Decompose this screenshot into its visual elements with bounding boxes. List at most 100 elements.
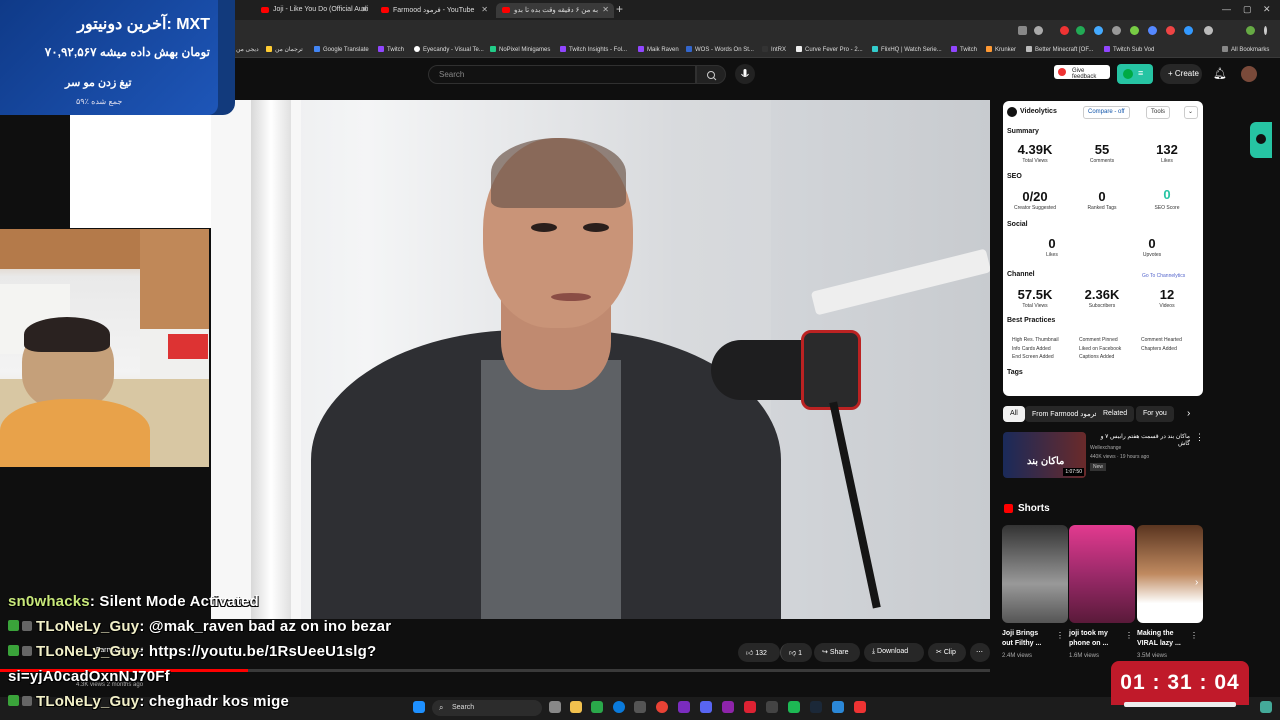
chip-for-you[interactable]: For you: [1136, 406, 1174, 422]
extension-icon[interactable]: [1184, 26, 1193, 35]
tab-current[interactable]: به من ۶ دقیقه وقت بده تا بدو ✕: [496, 3, 614, 18]
short-thumbnail[interactable]: [1137, 525, 1203, 623]
search-button[interactable]: [696, 65, 726, 84]
app-icon[interactable]: [722, 701, 734, 713]
notifications-icon[interactable]: 🔔︎: [1213, 67, 1227, 80]
like-button[interactable]: 👍︎ 132: [738, 643, 780, 662]
chip-from-farmood[interactable]: From Farmood فرمود: [1025, 406, 1105, 422]
bookmark[interactable]: Twitch: [378, 46, 404, 53]
star-icon[interactable]: [1034, 26, 1043, 35]
app-icon[interactable]: [854, 701, 866, 713]
chrome-icon[interactable]: [656, 701, 668, 713]
short-thumbnail[interactable]: [1002, 525, 1068, 623]
avatar[interactable]: [1241, 66, 1257, 82]
extension-icon[interactable]: [1094, 26, 1103, 35]
more-options-icon[interactable]: ⋮: [1195, 432, 1204, 443]
chip-related[interactable]: Related: [1096, 406, 1135, 422]
app-icon[interactable]: [832, 701, 844, 713]
create-button[interactable]: + Create: [1160, 64, 1202, 84]
bookmark[interactable]: Twitch Sub Vod: [1104, 46, 1154, 53]
more-actions-button[interactable]: ⋯: [970, 643, 990, 662]
bookmark[interactable]: NoPixel Minigames: [490, 46, 550, 53]
bookmark[interactable]: FlixHQ | Watch Serie...: [872, 46, 942, 53]
bookmark[interactable]: ترجمان من: [266, 46, 303, 53]
close-icon[interactable]: ✕: [481, 5, 488, 14]
app-icon[interactable]: [788, 701, 800, 713]
extension-icon[interactable]: [1148, 26, 1157, 35]
tab-farmood[interactable]: Farmood فرمود - YouTube ✕: [375, 3, 493, 18]
short-title[interactable]: Joji Brings out Filthy ...: [1002, 629, 1048, 649]
bookmark[interactable]: Eyecandy - Visual Te...: [414, 46, 484, 53]
all-bookmarks[interactable]: All Bookmarks: [1222, 46, 1269, 53]
channelytics-link[interactable]: Go To Channelytics: [1142, 273, 1185, 279]
profile-icon[interactable]: [1246, 26, 1255, 35]
videos-label: Videos: [1159, 303, 1175, 309]
app-icon[interactable]: [744, 701, 756, 713]
videolytics-icon: [1123, 69, 1133, 79]
bookmark[interactable]: Twitch Insights - Fol...: [560, 46, 627, 53]
share-button[interactable]: ↪ Share: [814, 643, 860, 662]
tools-button[interactable]: Tools: [1146, 106, 1171, 119]
collapse-button[interactable]: ⌄: [1184, 106, 1198, 119]
tab-joji[interactable]: Joji - Like You Do (Official Audi ✕: [255, 3, 373, 18]
more-options-icon[interactable]: ⋮: [1190, 631, 1198, 640]
app-icon[interactable]: [678, 701, 690, 713]
minimize-icon[interactable]: —: [1222, 4, 1231, 14]
bookmark[interactable]: Google Translate: [314, 46, 369, 53]
clip-button[interactable]: ✂ Clip: [928, 643, 966, 662]
bookmark[interactable]: Better Minecraft [OF...: [1026, 46, 1093, 53]
task-view-icon[interactable]: [549, 701, 561, 713]
extension-icon[interactable]: [1060, 26, 1069, 35]
chat-text: si=yjA0cadOxnNJ70Ff: [8, 668, 170, 685]
tray-icon[interactable]: [1260, 701, 1272, 713]
extension-icon[interactable]: [1166, 26, 1175, 35]
bookmark[interactable]: WOS - Words On St...: [686, 46, 754, 53]
videolytics-toggle[interactable]: ≡: [1117, 64, 1153, 84]
taskbar-search[interactable]: ⌕ Search: [432, 700, 542, 716]
app-icon[interactable]: [591, 701, 603, 713]
chip-all[interactable]: All: [1003, 406, 1025, 422]
extension-icon[interactable]: [1130, 26, 1139, 35]
download-button[interactable]: ⤓ Download: [864, 643, 924, 662]
bookmark[interactable]: Maik Raven: [638, 46, 679, 53]
short-title[interactable]: Making the VIRAL lazy ...: [1137, 629, 1185, 649]
video-player[interactable]: [211, 100, 990, 619]
compare-button[interactable]: Compare - off: [1083, 106, 1130, 119]
short-title[interactable]: joji took my phone on ...: [1069, 629, 1121, 649]
summary-heading: Summary: [1007, 128, 1039, 135]
file-explorer-icon[interactable]: [570, 701, 582, 713]
discord-icon[interactable]: [700, 701, 712, 713]
close-icon[interactable]: ✕: [602, 5, 609, 14]
voice-search-button[interactable]: [735, 64, 755, 84]
search-input[interactable]: Search: [428, 65, 696, 84]
chevron-right-icon[interactable]: ›: [1195, 577, 1198, 588]
more-options-icon[interactable]: ⋮: [1125, 631, 1133, 640]
close-icon[interactable]: ✕: [361, 5, 368, 14]
bookmark[interactable]: دیجی من: [236, 46, 259, 53]
bookmark[interactable]: Curve Fever Pro - 2...: [796, 46, 863, 53]
puzzle-icon[interactable]: [1204, 26, 1213, 35]
short-thumbnail[interactable]: [1069, 525, 1135, 623]
maximize-icon[interactable]: ▢: [1243, 4, 1252, 15]
edge-icon[interactable]: [613, 701, 625, 713]
give-feedback-button[interactable]: Give feedback: [1054, 65, 1110, 80]
windows-start-icon[interactable]: [413, 701, 425, 713]
related-video-thumbnail[interactable]: ماکان بند 1:07:50: [1003, 432, 1086, 478]
obs-icon[interactable]: [766, 701, 778, 713]
dislike-button[interactable]: 👎︎ 1: [780, 643, 812, 662]
bookmark[interactable]: Twitch: [951, 46, 977, 53]
related-video-channel[interactable]: Wellexchange: [1090, 445, 1121, 451]
chevron-right-icon[interactable]: ›: [1187, 408, 1190, 419]
more-options-icon[interactable]: ⋮: [1056, 631, 1064, 640]
videolytics-side-button[interactable]: [1250, 122, 1272, 158]
extension-icon[interactable]: [1076, 26, 1085, 35]
cast-icon[interactable]: [1018, 26, 1027, 35]
bookmark[interactable]: Krunker: [986, 46, 1016, 53]
new-tab-button[interactable]: +: [616, 2, 623, 16]
app-icon[interactable]: [634, 701, 646, 713]
extension-icon[interactable]: [1112, 26, 1121, 35]
steam-icon[interactable]: [810, 701, 822, 713]
close-window-icon[interactable]: ✕: [1263, 4, 1271, 15]
menu-icon[interactable]: [1264, 26, 1267, 35]
bookmark[interactable]: IntRX: [762, 46, 786, 53]
